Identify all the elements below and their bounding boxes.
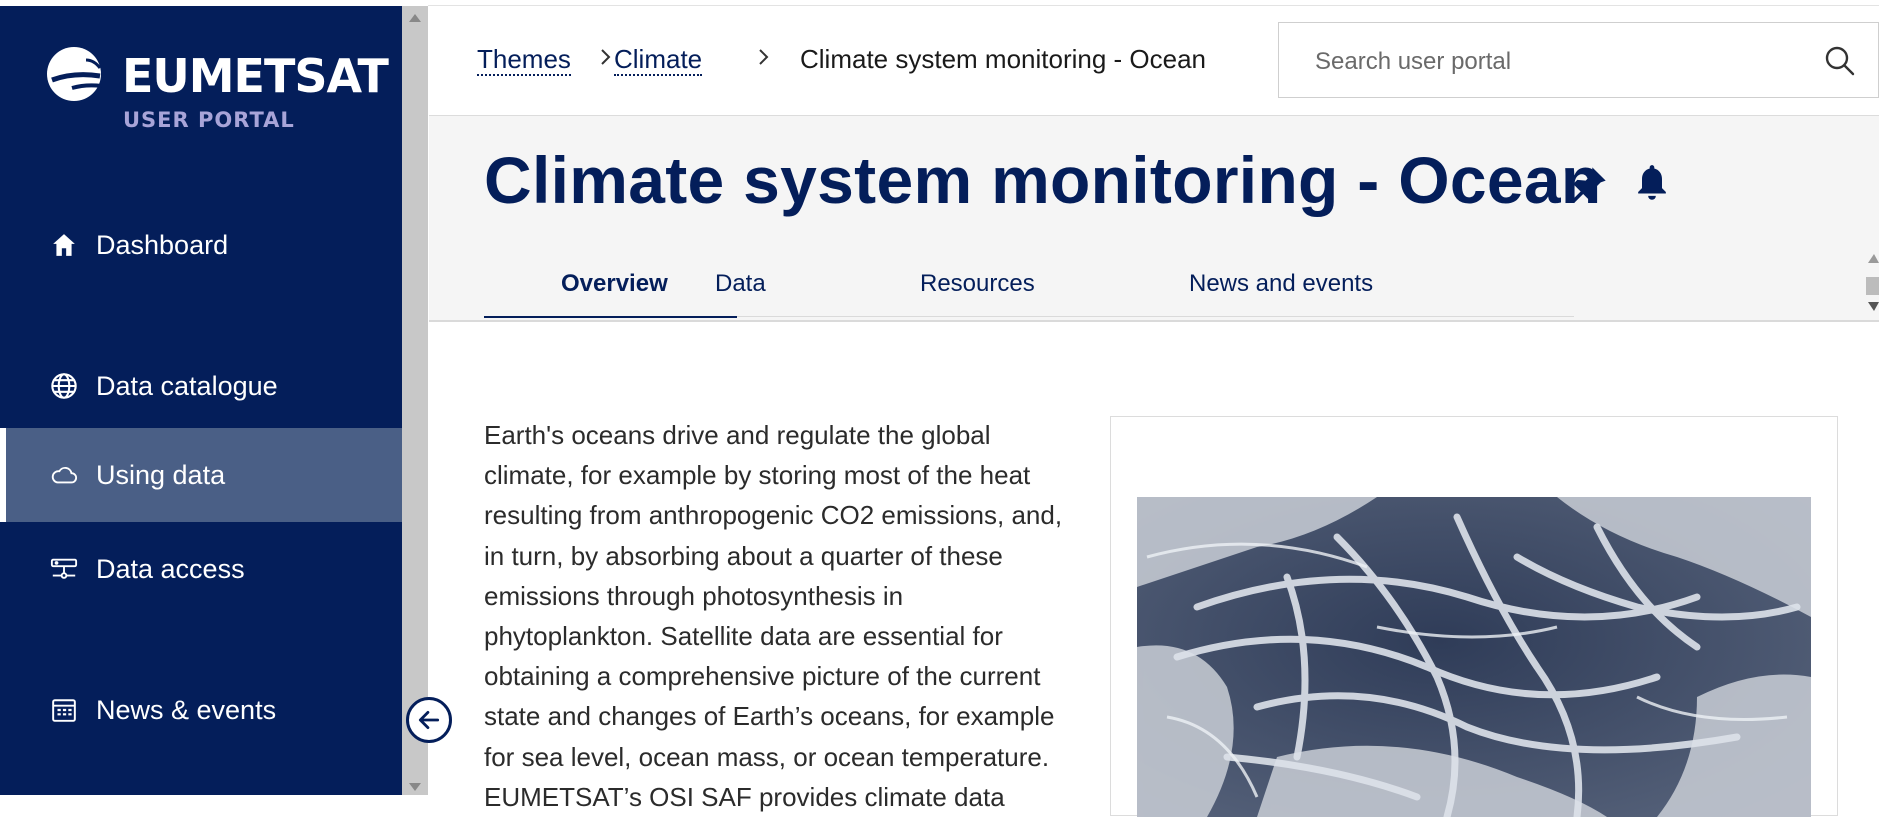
search-input[interactable] xyxy=(1313,43,1777,81)
sidebar-item-using-data[interactable]: Using data xyxy=(0,428,402,522)
sidebar-item-dashboard[interactable]: Dashboard xyxy=(0,198,402,292)
image-card xyxy=(1110,416,1838,817)
eumetsat-logo-icon xyxy=(47,47,102,101)
sidebar-scrollbar[interactable] xyxy=(402,6,428,795)
brand-name: EUMETSAT xyxy=(122,49,389,103)
search-box xyxy=(1278,22,1879,98)
ship-tracks-cloud-image xyxy=(1137,497,1811,817)
scroll-up-arrow-icon[interactable] xyxy=(409,14,421,22)
scroll-thumb[interactable] xyxy=(1866,277,1879,295)
search-icon[interactable] xyxy=(1824,45,1856,77)
text-line: emissions through photosynthesis in xyxy=(484,580,904,611)
sidebar-item-label: Data access xyxy=(96,553,245,584)
globe-icon xyxy=(50,372,78,400)
tab-scroll-control[interactable] xyxy=(1866,252,1879,318)
text-line: climate, for example by storing most of … xyxy=(484,460,1031,491)
home-icon xyxy=(50,231,78,259)
collapse-sidebar-button[interactable] xyxy=(406,697,452,743)
pin-icon[interactable] xyxy=(1569,164,1609,204)
chevron-right-icon xyxy=(601,49,611,65)
cloud-icon xyxy=(50,461,78,489)
tab-news-and-events[interactable]: News and events xyxy=(1189,270,1373,298)
text-line: phytoplankton. Satellite data are essent… xyxy=(484,621,1003,652)
text-line: for sea level, ocean mass, or ocean temp… xyxy=(484,741,1050,772)
sidebar-item-label: News & events xyxy=(96,694,277,725)
arrow-left-icon xyxy=(418,711,440,729)
calendar-icon xyxy=(50,696,78,724)
sidebar: EUMETSAT USER PORTAL Dashboard Data cata… xyxy=(0,6,402,795)
bell-icon[interactable] xyxy=(1633,162,1671,202)
page-header: Climate system monitoring - Ocean Overvi… xyxy=(429,116,1879,322)
breadcrumb-current: Climate system monitoring - Ocean xyxy=(800,44,1207,74)
chevron-right-icon xyxy=(759,49,769,65)
text-line: EUMETSAT’s OSI SAF provides climate data xyxy=(484,781,1005,812)
sidebar-item-data-access[interactable]: Data access xyxy=(0,522,402,616)
sidebar-item-data-catalogue[interactable]: Data catalogue xyxy=(0,339,402,433)
text-line: state and changes of Earth’s oceans, for… xyxy=(484,701,1055,732)
scroll-down-arrow-icon[interactable] xyxy=(1868,302,1879,311)
active-tab-indicator xyxy=(484,316,737,318)
scroll-up-arrow-icon[interactable] xyxy=(1868,254,1879,263)
tab-data[interactable]: Data xyxy=(715,270,766,298)
page-title: Climate system monitoring - Ocean xyxy=(484,143,1602,217)
overview-text: Earth's oceans drive and regulate the gl… xyxy=(484,415,1084,817)
text-line: obtaining a comprehensive picture of the… xyxy=(484,661,1041,692)
server-icon xyxy=(50,555,78,583)
header: Themes Climate Climate system monitoring… xyxy=(429,6,1879,116)
breadcrumb-link-climate[interactable]: Climate xyxy=(614,44,703,76)
sidebar-item-label: Data catalogue xyxy=(96,370,278,401)
breadcrumb-link-themes[interactable]: Themes xyxy=(477,44,571,76)
text-line: resulting from anthropogenic CO2 emissio… xyxy=(484,500,1063,531)
scroll-down-arrow-icon[interactable] xyxy=(409,783,421,791)
tab-resources[interactable]: Resources xyxy=(920,270,1035,298)
text-line: in turn, by absorbing about a quarter of… xyxy=(484,540,1003,571)
sidebar-item-news-events[interactable]: News & events xyxy=(0,663,402,757)
brand-subtitle: USER PORTAL xyxy=(123,108,295,132)
sidebar-item-label: Dashboard xyxy=(96,229,229,260)
sidebar-item-label: Using data xyxy=(96,459,226,490)
text-line: Earth's oceans drive and regulate the gl… xyxy=(484,420,991,450)
satellite-ocean-image[interactable] xyxy=(1137,497,1811,817)
tab-overview[interactable]: Overview xyxy=(561,270,668,298)
